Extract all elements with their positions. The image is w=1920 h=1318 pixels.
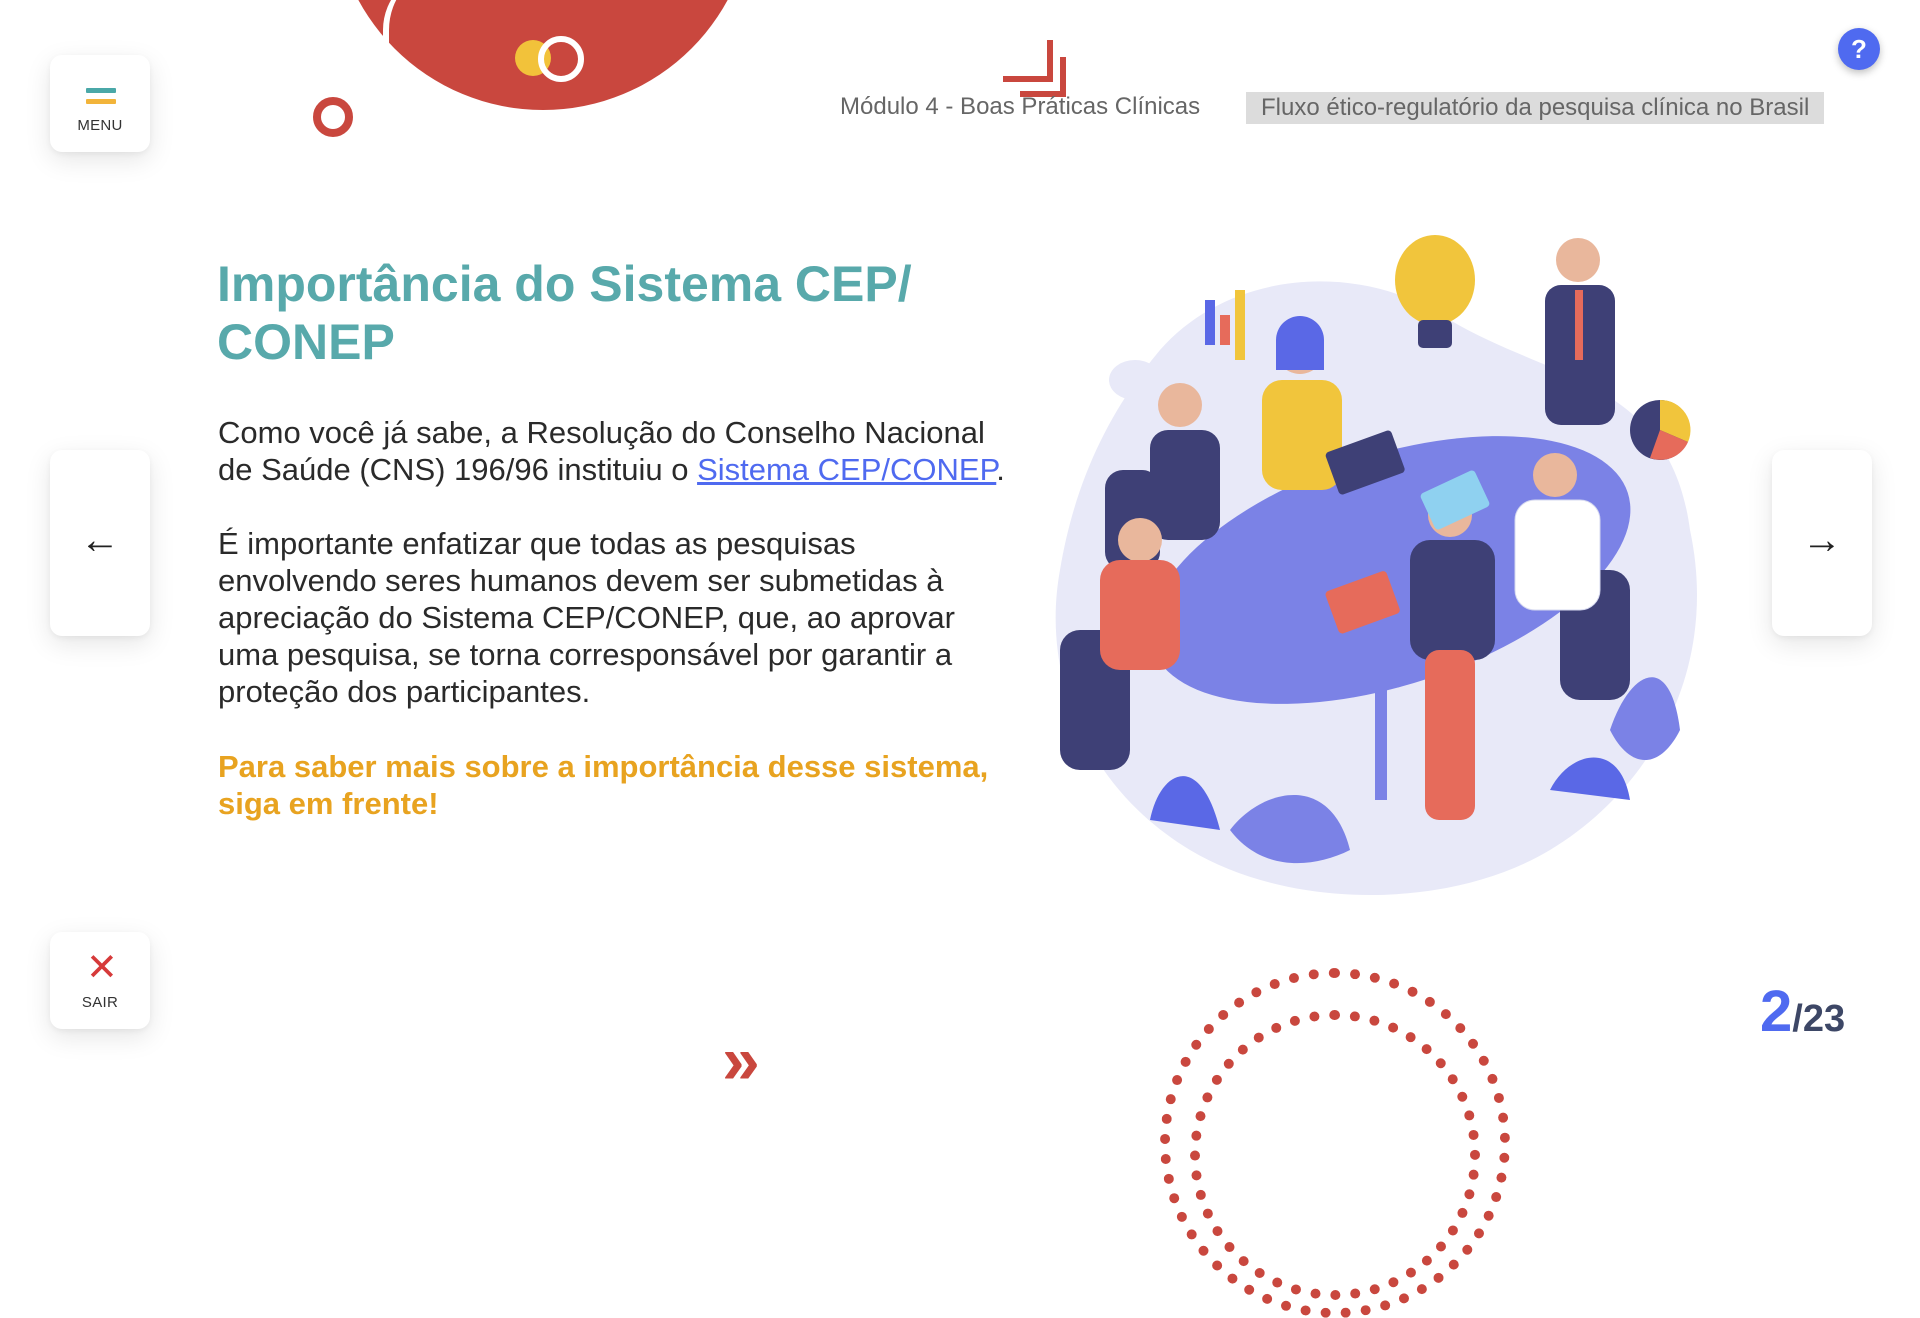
person-body	[1410, 540, 1495, 660]
previous-page-button[interactable]: ←	[50, 450, 150, 636]
intro-text-end: .	[996, 452, 1005, 487]
current-page-number: 2	[1760, 979, 1793, 1044]
decorative-dotted-arc	[1190, 1010, 1480, 1300]
decorative-white-ring	[538, 36, 584, 82]
person-body	[1262, 380, 1342, 490]
body-paragraph: É importante enfatizar que todas as pesq…	[218, 526, 955, 709]
menu-button[interactable]: MENU	[50, 55, 150, 152]
lightbulb-base	[1418, 320, 1452, 348]
mini-bar-chart	[1205, 300, 1215, 345]
person-head	[1118, 518, 1162, 562]
total-pages: /23	[1792, 998, 1846, 1040]
sistema-cep-conep-link[interactable]: Sistema CEP/CONEP	[697, 452, 996, 487]
intro-paragraph: Como você já sabe, a Resolução do Consel…	[218, 414, 1008, 488]
topic-badge: Fluxo ético-regulatório da pesquisa clín…	[1246, 92, 1825, 124]
menu-label: MENU	[77, 117, 123, 134]
person-head	[1158, 383, 1202, 427]
person-head	[1533, 453, 1577, 497]
team-meeting-illustration	[1055, 235, 1698, 895]
decorative-red-ring	[313, 97, 353, 137]
person-body	[1150, 430, 1220, 540]
person-head	[1556, 238, 1600, 282]
person-body	[1514, 499, 1601, 611]
arrow-right-icon: →	[1802, 518, 1842, 562]
lightbulb	[1395, 235, 1475, 325]
page-title: Importância do Sistema CEP/ CONEP	[217, 256, 912, 370]
page-counter: 2/23	[1760, 978, 1845, 1045]
person-legs	[1425, 650, 1475, 820]
decorative-white-arc	[383, 0, 509, 100]
decorative-chevrons: »	[722, 1022, 760, 1098]
exit-button[interactable]: ✕ SAIR	[50, 932, 150, 1029]
illustration-background-cloud	[1109, 360, 1161, 400]
arrow-left-icon: ←	[80, 518, 120, 562]
decorative-corner-bracket	[1020, 57, 1066, 97]
module-title: Módulo 4 - Boas Práticas Clínicas	[840, 93, 1201, 120]
next-page-button[interactable]: →	[1772, 450, 1872, 636]
exit-label: SAIR	[81, 994, 119, 1011]
table-leg	[1375, 650, 1387, 800]
close-icon: ✕	[86, 947, 118, 989]
hamburger-icon	[86, 88, 116, 104]
person-tie	[1575, 290, 1583, 360]
help-button[interactable]: ?	[1838, 28, 1880, 70]
person-body	[1100, 560, 1180, 670]
call-to-action-text: Para saber mais sobre a importância dess…	[218, 749, 989, 821]
